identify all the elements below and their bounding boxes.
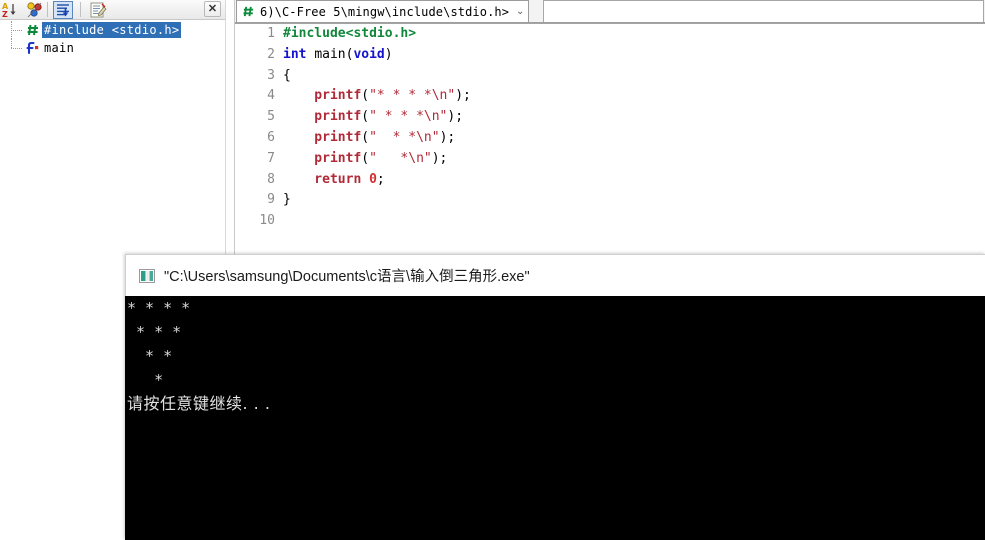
tab-stdio-h[interactable]: 6)\C-Free 5\mingw\include\stdio.h> ⌄ bbox=[236, 0, 530, 22]
toolbar-separator-1 bbox=[47, 2, 48, 17]
line-number: 1 bbox=[267, 26, 275, 41]
tree-guide-line bbox=[6, 21, 24, 39]
code-line-text: { bbox=[283, 67, 291, 83]
code-line-text: } bbox=[283, 192, 291, 208]
line-number: 6 bbox=[267, 129, 275, 145]
group-shapes-icon[interactable] bbox=[25, 1, 45, 19]
tabstrip-underline bbox=[235, 23, 985, 24]
code-line[interactable]: 8 return 0; bbox=[235, 170, 985, 191]
line-number: 3 bbox=[267, 67, 275, 83]
editor-tab-strip: 6)\C-Free 5\mingw\include\stdio.h> ⌄ bbox=[235, 0, 985, 23]
line-number: 7 bbox=[267, 150, 275, 166]
console-output: * * * * * * * * * * 请按任意键继续. . . bbox=[125, 296, 985, 540]
toolbar-separator-2 bbox=[80, 2, 81, 17]
console-line: * * * bbox=[127, 323, 182, 341]
code-line-text: printf(" * *\n"); bbox=[283, 129, 456, 145]
code-line[interactable]: 2 int main(void) bbox=[235, 45, 985, 66]
chevron-down-icon[interactable]: ⌄ bbox=[514, 6, 524, 17]
console-line: 请按任意键继续. . . bbox=[127, 394, 271, 413]
tree-item-label: #include <stdio.h> bbox=[42, 22, 182, 38]
console-titlebar[interactable]: "C:\Users\samsung\Documents\c语言\输入倒三角形.e… bbox=[125, 254, 985, 296]
console-line: * * bbox=[127, 347, 173, 365]
code-line-text: printf(" * * *\n"); bbox=[283, 109, 464, 125]
hash-icon bbox=[242, 5, 255, 18]
symbol-tree-toolbar: A Z ✕ bbox=[0, 0, 225, 20]
code-line-text: int main(void) bbox=[283, 46, 393, 62]
code-line[interactable]: 5 printf(" * * *\n"); bbox=[235, 107, 985, 128]
console-window-icon bbox=[139, 268, 155, 283]
code-line-text: return 0; bbox=[283, 171, 385, 187]
tree-item-label: main bbox=[44, 41, 75, 55]
tree-guide-line bbox=[6, 39, 24, 57]
edit-document-icon[interactable] bbox=[88, 1, 108, 19]
function-f-icon bbox=[24, 39, 42, 57]
code-line[interactable]: 6 printf(" * *\n"); bbox=[235, 128, 985, 149]
line-number: 8 bbox=[267, 171, 275, 187]
code-line[interactable]: 10 bbox=[235, 211, 985, 232]
console-line: * * * * bbox=[127, 299, 191, 317]
code-line[interactable]: 4 printf("* * * *\n"); bbox=[235, 86, 985, 107]
tree-item-main[interactable]: main bbox=[0, 39, 225, 57]
line-number: 2 bbox=[267, 46, 275, 62]
code-line[interactable]: 3{ bbox=[235, 66, 985, 87]
ide-window: A Z ✕ #include <stdio.h> main 6)\C-Free … bbox=[0, 0, 985, 540]
line-number: 9 bbox=[267, 192, 275, 208]
code-line[interactable]: 9} bbox=[235, 190, 985, 211]
tree-item-include[interactable]: #include <stdio.h> bbox=[0, 21, 225, 39]
console-title-text: "C:\Users\samsung\Documents\c语言\输入倒三角形.e… bbox=[164, 269, 530, 285]
sort-az-icon[interactable]: A Z bbox=[1, 1, 21, 19]
code-line[interactable]: 7 printf(" *\n"); bbox=[235, 149, 985, 170]
console-line: * bbox=[127, 371, 164, 389]
code-line-text: #include<stdio.h> bbox=[283, 26, 417, 41]
line-number: 10 bbox=[259, 213, 275, 229]
code-line-text: printf(" *\n"); bbox=[283, 150, 448, 166]
tab-title: 6)\C-Free 5\mingw\include\stdio.h> bbox=[260, 4, 510, 19]
line-number: 4 bbox=[267, 88, 275, 104]
tab-strip-empty-area bbox=[543, 0, 984, 22]
code-line-text: printf("* * * *\n"); bbox=[283, 88, 471, 104]
line-number: 5 bbox=[267, 109, 275, 125]
hash-icon bbox=[24, 21, 42, 39]
console-window[interactable]: "C:\Users\samsung\Documents\c语言\输入倒三角形.e… bbox=[125, 254, 985, 540]
svg-text:Z: Z bbox=[2, 10, 8, 19]
expand-list-icon[interactable] bbox=[53, 1, 73, 19]
close-panel-button[interactable]: ✕ bbox=[204, 1, 221, 17]
code-line[interactable]: 1 #include<stdio.h> bbox=[235, 24, 985, 45]
